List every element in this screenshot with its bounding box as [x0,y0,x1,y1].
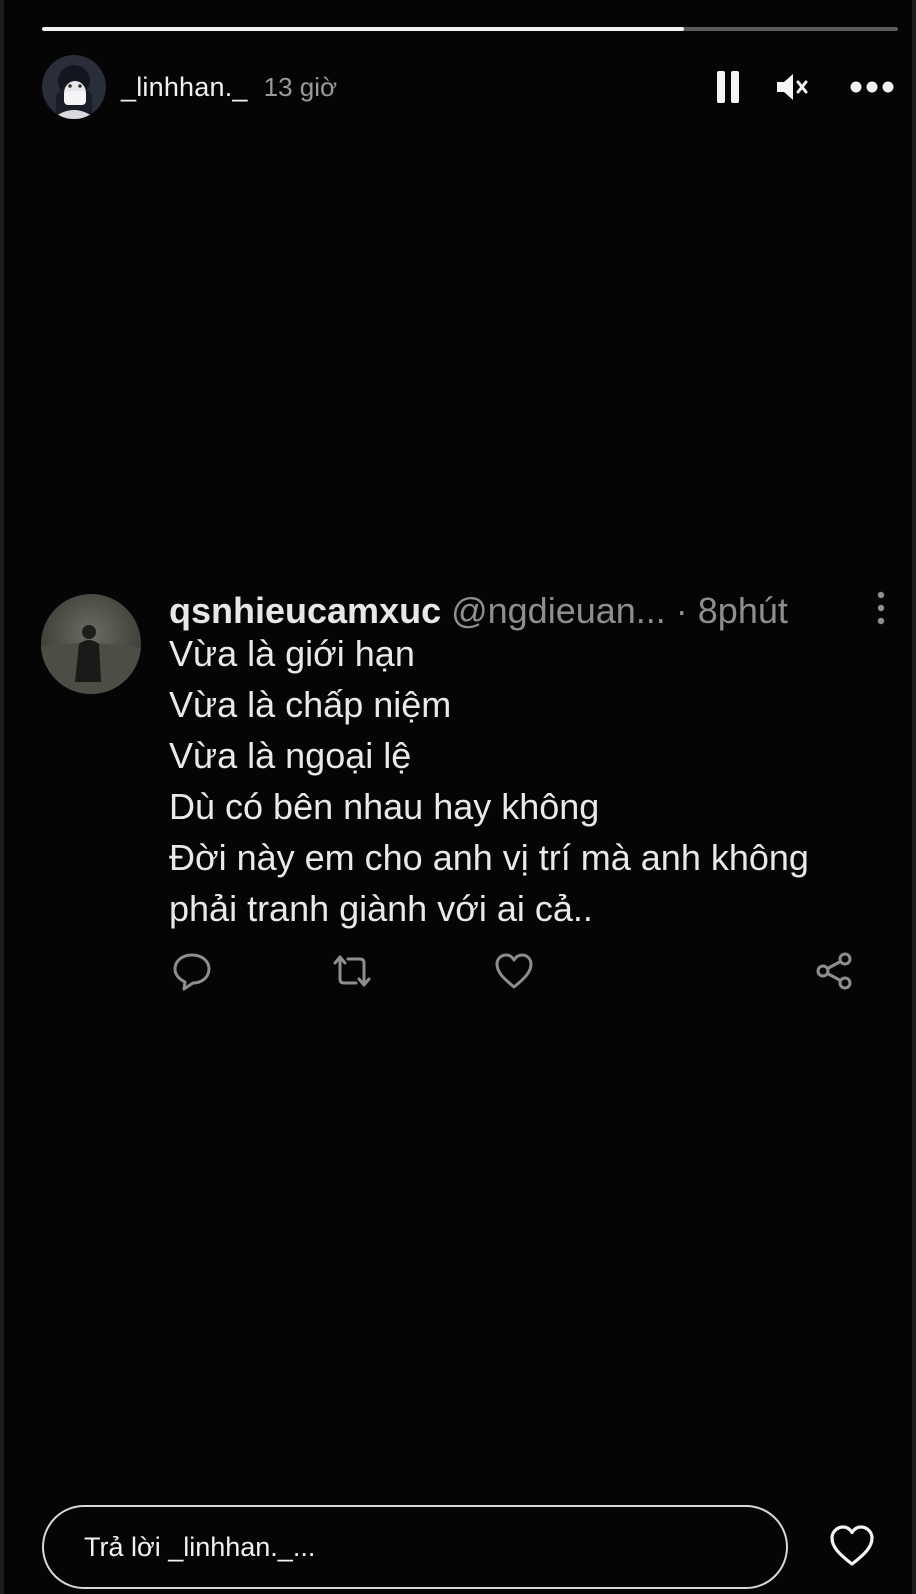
mute-button[interactable] [768,63,816,111]
tweet-text: Vừa là giới hạn Vừa là chấp niệm Vừa là … [169,628,889,934]
tweet-like-button[interactable] [491,948,537,994]
like-icon [495,953,533,989]
reply-icon [173,953,211,991]
more-horizontal-icon [850,81,894,93]
story-like-button[interactable] [826,1520,878,1572]
tweet-menu-button[interactable] [871,590,891,626]
tweet-line: Vừa là giới hạn [169,633,415,674]
pause-button[interactable] [706,63,750,111]
tweet-actions [169,948,859,998]
retweet-icon [333,955,371,987]
tweet-line: Vừa là chấp niệm [169,684,452,725]
tweet-author-avatar [41,594,141,694]
tweet-line: Dù có bên nhau hay không [169,786,600,827]
speaker-muted-icon [777,74,808,100]
tweet-line: Vừa là ngoại lệ [169,735,412,776]
reply-placeholder: Trả lời _linhhan._... [84,1531,316,1562]
story-header: _linhhan._ 13 giờ [42,55,898,119]
story-time-ago: 13 giờ [263,71,338,102]
tweet-handle[interactable]: @ngdieuan... [451,590,666,631]
more-vertical-icon [877,591,885,625]
heart-icon [830,1525,874,1566]
pause-icon [717,71,739,103]
tweet-retweet-button[interactable] [329,948,375,994]
story-username[interactable]: _linhhan._ [121,72,248,103]
tweet-line: Đời này em cho anh vị trí mà anh không [169,837,809,878]
tweet-reply-button[interactable] [169,948,215,994]
tweet-display-name[interactable]: qsnhieucamxuc [169,590,441,631]
more-options-button[interactable] [846,63,898,111]
story-viewer: _linhhan._ 13 giờ qsnhieucamxuc @ngdieua… [0,0,916,1594]
story-progress-fill [42,27,684,31]
tweet-share-button[interactable] [811,948,857,994]
tweet-time: · 8phút [675,590,788,631]
profile-avatar[interactable] [42,55,106,119]
share-icon [816,952,852,990]
tweet-line: phải tranh giành với ai cả.. [169,888,593,929]
story-controls [706,63,898,111]
reply-input[interactable]: Trả lời _linhhan._... [42,1505,788,1589]
story-progress-bar [42,27,898,31]
